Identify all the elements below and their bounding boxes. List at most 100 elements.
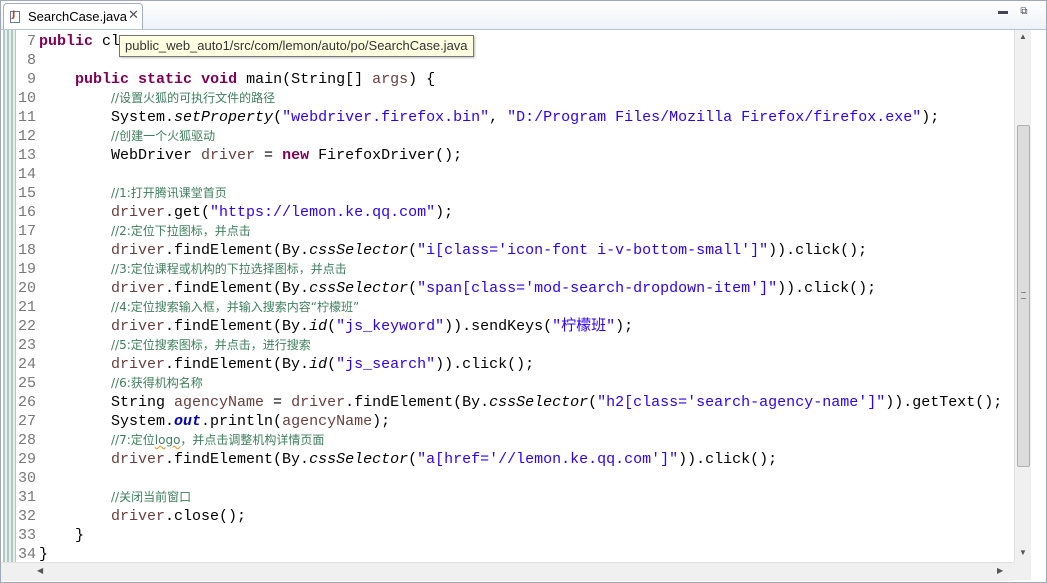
line-number: 21 [17, 299, 36, 316]
code-token: //设置火狐的可执行文件的路径 [111, 91, 276, 105]
code-token: //4:定位搜索输入框，并输入搜索内容“柠檬班” [111, 300, 360, 314]
grip-icon [1021, 292, 1026, 299]
code-token: args [372, 71, 409, 88]
code-token: = [264, 394, 292, 411]
code-text: public cl [39, 32, 120, 51]
code-text: WebDriver driver = new FirefoxDriver(); [39, 146, 462, 165]
code-token: "js_keyword" [336, 318, 445, 335]
code-token: FirefoxDriver(); [309, 147, 463, 164]
line-number: 25 [17, 375, 36, 392]
code-token: "h2[class='search-agency-name']" [597, 394, 886, 411]
scroll-up-icon[interactable]: ▲ [1015, 32, 1031, 41]
code-token: ( [327, 356, 337, 373]
code-token: )).sendKeys( [444, 318, 553, 335]
line-number: 11 [17, 109, 36, 126]
code-token: driver [111, 280, 166, 297]
maximize-icon[interactable]: ⧉ [1018, 7, 1030, 17]
minimize-icon[interactable]: ▬ [997, 7, 1009, 17]
code-editor[interactable]: 7 public cl 8 9 public static void main(Str… [1, 30, 1014, 562]
code-text: System.setProperty("webdriver.firefox.bi… [39, 108, 939, 127]
code-token: "span[class='mod-search-dropdown-item']" [417, 280, 778, 297]
code-token: public [39, 33, 94, 50]
line-number: 17 [17, 223, 36, 240]
tab-close-icon[interactable]: ✕ [128, 7, 139, 23]
code-token: = [255, 147, 283, 164]
code-token: "柠檬班" [552, 318, 616, 335]
code-token: ( [588, 394, 598, 411]
code-token: .findElement(By. [345, 394, 490, 411]
code-token: driver [111, 451, 166, 468]
line-number: 14 [17, 166, 36, 183]
code-token: ) { [408, 71, 436, 88]
code-token: } [39, 527, 85, 544]
code-text: //创建一个火狐驱动 [39, 127, 215, 146]
code-text: //5:定位搜索图标，并点击，进行搜索 [39, 336, 311, 355]
code-text: //4:定位搜索输入框，并输入搜索内容“柠檬班” [39, 298, 359, 317]
code-token: public [75, 71, 130, 88]
code-token: "i[class='icon-font i-v-bottom-small']" [417, 242, 769, 259]
vertical-scroll-thumb[interactable] [1017, 125, 1030, 467]
line-number: 32 [17, 508, 36, 525]
code-text: driver.findElement(By.cssSelector("span[… [39, 279, 876, 298]
code-token: driver [111, 356, 166, 373]
line-number: 13 [17, 147, 36, 164]
code-token: cssSelector [489, 394, 589, 411]
code-token: cssSelector [309, 242, 409, 259]
code-token: cl [93, 33, 121, 50]
line-number: 20 [17, 280, 36, 297]
scroll-right-icon[interactable]: ▶ [997, 566, 1003, 575]
code-token: void [201, 71, 238, 88]
code-token: ( [273, 109, 283, 126]
scroll-down-icon[interactable]: ▼ [1015, 548, 1031, 557]
code-token: id [309, 356, 328, 373]
code-token: agencyName [282, 413, 373, 430]
code-token: cssSelector [309, 451, 409, 468]
line-number: 16 [17, 204, 36, 221]
code-token: //5:定位搜索图标，并点击，进行搜索 [111, 338, 311, 352]
java-file-icon [10, 10, 20, 23]
code-token: ，并点击调整机构详情页面 [180, 433, 325, 447]
file-path-tooltip: public_web_auto1/src/com/lemon/auto/po/S… [119, 35, 474, 57]
code-text: driver.close(); [39, 507, 246, 526]
line-number: 30 [17, 470, 36, 487]
code-token: .get( [165, 204, 211, 221]
code-token: ( [408, 280, 418, 297]
code-token: static [138, 71, 193, 88]
code-token: )).click(); [777, 280, 877, 297]
code-token: "webdriver.firefox.bin" [282, 109, 490, 126]
code-token: .findElement(By. [165, 451, 310, 468]
code-token: ); [435, 204, 454, 221]
line-number: 26 [17, 394, 36, 411]
code-token: "js_search" [336, 356, 436, 373]
code-token: ( [408, 242, 418, 259]
code-text: //1:打开腾讯课堂首页 [39, 184, 227, 203]
tab-searchcase[interactable]: SearchCase.java ✕ [3, 3, 143, 29]
code-token: driver [111, 242, 166, 259]
code-text: //3:定位课程或机构的下拉选择图标，并点击 [39, 260, 347, 279]
code-token: )).getText(); [885, 394, 1003, 411]
code-token: ( [408, 451, 418, 468]
horizontal-scrollbar[interactable]: ◀ ▶ [1, 562, 1014, 581]
code-token: main(String[] [237, 71, 373, 88]
editor-window: SearchCase.java ✕ ▬ ⧉ 7public cl89 publi… [0, 0, 1047, 583]
vertical-scrollbar[interactable]: ▲ ▼ [1014, 30, 1031, 562]
scroll-left-icon[interactable]: ◀ [37, 566, 43, 575]
code-text: driver.findElement(By.cssSelector("i[cla… [39, 241, 867, 260]
code-token: .findElement(By. [165, 280, 310, 297]
code-token: .findElement(By. [165, 356, 310, 373]
line-number: 9 [26, 71, 36, 88]
